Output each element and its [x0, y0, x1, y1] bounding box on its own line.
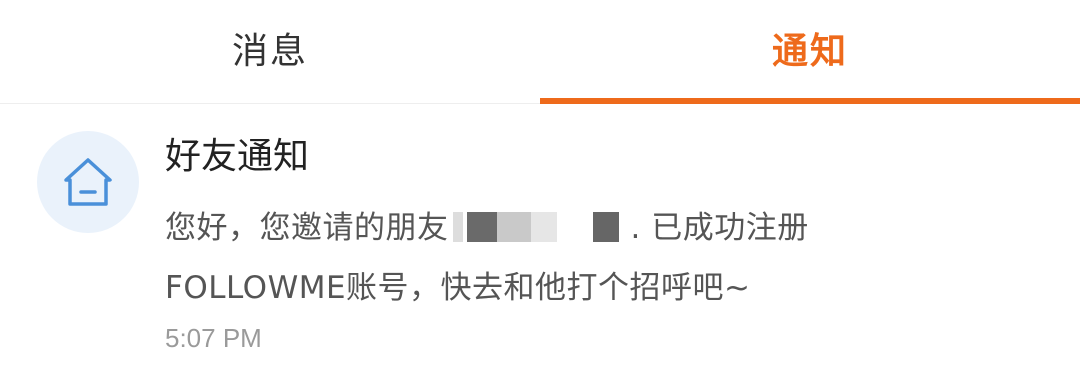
body-text-part2: . 已成功注册 — [630, 210, 809, 246]
notification-timestamp: 5:07 PM — [165, 323, 262, 353]
home-icon — [64, 158, 112, 206]
tab-messages-label: 消息 — [231, 31, 308, 72]
redacted-friend-name — [452, 210, 631, 244]
notification-body-line1: 您好，您邀请的朋友 . 已成功注册 — [165, 198, 1045, 258]
tab-bar: 消息 通知 — [0, 0, 1080, 104]
body-text-part1: 您好，您邀请的朋友 — [165, 210, 449, 246]
notification-avatar — [37, 131, 139, 233]
notification-body-line2: FOLLOWME账号，快去和他打个招呼吧~ — [165, 270, 751, 306]
tab-notifications-label: 通知 — [771, 31, 848, 72]
notification-body: 您好，您邀请的朋友 . 已成功注册 FOLLOWME账号，快去和他打个招呼吧~ — [165, 198, 1045, 318]
tab-messages[interactable]: 消息 — [0, 0, 540, 103]
tab-notifications[interactable]: 通知 — [540, 0, 1080, 104]
notification-item[interactable]: 好友通知 您好，您邀请的朋友 . 已成功注册 FOLLOWME账号，快去和他打个招… — [0, 104, 1080, 380]
notification-screen: 消息 通知 好友通知 您好，您邀请的朋友 . 已成功注册 FOLLOWME账号，快… — [0, 0, 1080, 380]
notification-title: 好友通知 — [165, 136, 310, 177]
